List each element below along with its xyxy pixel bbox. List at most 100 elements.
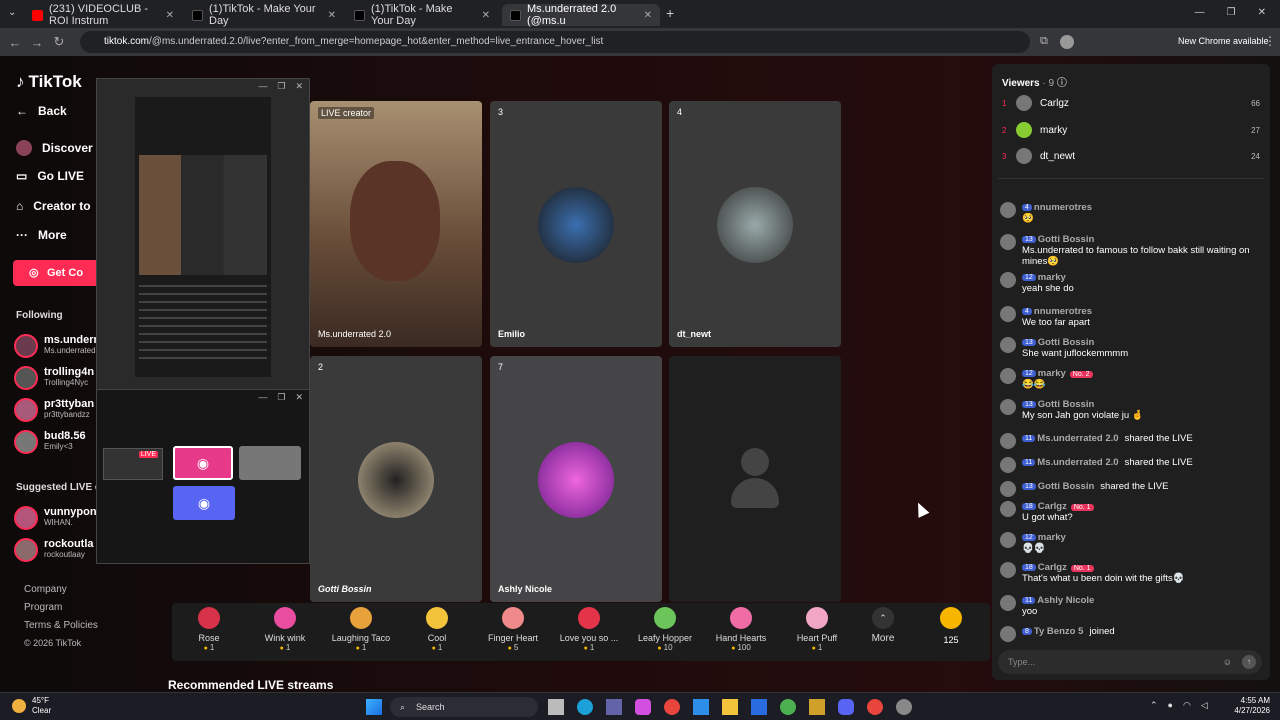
restore-icon[interactable]: ❐ <box>277 392 285 403</box>
new-tab-button[interactable]: + <box>666 5 674 21</box>
close-icon[interactable]: ✕ <box>482 10 490 21</box>
puzzle-icon[interactable]: ⧉ <box>1040 35 1048 49</box>
gift-item[interactable]: Hand Hearts100 <box>704 607 778 652</box>
chat-message[interactable]: 18 Carlgz No. 1U got what? <box>1000 501 1262 523</box>
live-thumbnail[interactable]: LIVE <box>103 448 163 480</box>
browser-tab[interactable]: (1)TikTok - Make Your Day ✕ <box>346 3 498 27</box>
new-chrome-button[interactable]: New Chrome available <box>1178 36 1269 46</box>
send-icon[interactable]: ↑ <box>1242 655 1256 669</box>
taskbar-search[interactable]: ⌕ Search <box>390 697 538 717</box>
discord-app-button[interactable]: ◉ <box>173 446 233 480</box>
menu-icon[interactable]: ⋮ <box>1264 34 1276 48</box>
start-icon[interactable] <box>366 699 382 715</box>
close-icon[interactable]: ✕ <box>166 10 174 21</box>
chat-username[interactable]: Ms.underrated 2.0 <box>1037 457 1118 468</box>
edge-icon[interactable] <box>577 699 593 715</box>
chrome-icon[interactable] <box>664 699 680 715</box>
chat-message[interactable]: 13 Gotti Bossin My son Jah gon violate ju … <box>1000 399 1262 421</box>
chat-username[interactable]: Carlgz <box>1038 501 1067 512</box>
chat-message[interactable]: 13 Gotti Bossin Ms.underrated to famous to… <box>1000 234 1262 267</box>
sidebar-item-creator-tools[interactable]: ⌂ Creator to <box>16 199 91 213</box>
chat-message[interactable]: 11 Ms.underrated 2.0 shared the LIVE <box>1000 433 1262 449</box>
minimize-icon[interactable]: — <box>1195 7 1205 18</box>
chat-username[interactable]: Gotti Bossin <box>1038 481 1094 492</box>
viewer-rank-row[interactable]: 3 dt_newt 24 <box>1002 148 1260 164</box>
sidebar-item-go-live[interactable]: ▭ Go LIVE <box>16 169 84 183</box>
video-tile-host[interactable]: LIVE creator Ms.underrated 2.0 <box>310 101 482 347</box>
chat-message[interactable]: 4 nnumerotres We too far apart <box>1000 306 1262 328</box>
chat-message[interactable]: 8 Ty Benzo 5 joined <box>1000 626 1262 642</box>
gift-item[interactable]: Leafy Hopper10 <box>628 607 702 652</box>
chat-username[interactable]: Ashly Nicole <box>1037 595 1094 606</box>
clock[interactable]: 4:55 AM 4/27/2026 <box>1226 696 1270 716</box>
discord-app-button[interactable]: ◉ <box>173 486 235 520</box>
more-gifts-button[interactable]: ⌃ More <box>846 607 920 644</box>
wifi-icon[interactable]: ◠ <box>1183 700 1191 711</box>
gift-item[interactable]: Love you so ...1 <box>552 607 626 652</box>
chat-username[interactable]: Gotti Bossin <box>1038 399 1094 410</box>
viewer-rank-row[interactable]: 1 Carlgz 66 <box>1002 95 1260 111</box>
suggested-item[interactable]: rockoutla rockoutlaay <box>14 538 94 562</box>
xbox-icon[interactable] <box>780 699 796 715</box>
chat-username[interactable]: marky <box>1038 368 1066 379</box>
url-input[interactable]: tiktok.com/@ms.underrated.2.0/live?enter… <box>80 31 1030 53</box>
task-view-icon[interactable] <box>548 699 564 715</box>
tiktok-logo[interactable]: ♪ TikTok <box>16 72 82 92</box>
video-tile-guest[interactable]: 3 Emilio <box>490 101 662 347</box>
app-icon[interactable] <box>809 699 825 715</box>
info-icon[interactable]: ⓘ <box>1057 78 1067 89</box>
following-item[interactable]: bud8.56 Emily<3 <box>14 430 86 454</box>
tab-list-icon[interactable]: ⌄ <box>8 7 16 18</box>
footer-link[interactable]: Terms & Policies <box>24 620 98 631</box>
forward-arrow-icon[interactable]: → <box>26 35 48 50</box>
volume-icon[interactable]: ◁ <box>1201 700 1208 711</box>
suggested-item[interactable]: vunnypon WIHAN. <box>14 506 97 530</box>
chat-username[interactable]: marky <box>1038 532 1066 543</box>
microphone-icon[interactable]: ● <box>1168 700 1173 711</box>
chat-username[interactable]: nnumerotres <box>1034 306 1092 317</box>
store-icon[interactable] <box>693 699 709 715</box>
close-icon[interactable]: ✕ <box>295 392 303 403</box>
gift-item[interactable]: Wink wink1 <box>248 607 322 652</box>
profile-avatar[interactable] <box>1059 35 1074 49</box>
video-tile-guest[interactable]: 2 Gotti Bossin <box>310 356 482 602</box>
footer-link[interactable]: Company <box>24 584 67 595</box>
chat-message[interactable]: 13 Gotti Bossin shared the LIVE <box>1000 481 1262 497</box>
video-tile-empty[interactable] <box>669 356 841 602</box>
browser-tab[interactable]: (1)TikTok - Make Your Day ✕ <box>184 3 344 27</box>
video-tile-guest[interactable]: 4 dt_newt <box>669 101 841 347</box>
chat-message[interactable]: 4 nnumerotres 🥺 <box>1000 202 1262 224</box>
gift-item[interactable]: Finger Heart5 <box>476 607 550 652</box>
settings-icon[interactable] <box>896 699 912 715</box>
back-button[interactable]: ← Back <box>16 104 67 118</box>
chat-message[interactable]: 12 marky No. 2 😂😂 <box>1000 368 1262 390</box>
gift-item[interactable]: Laughing Taco1 <box>324 607 398 652</box>
chat-username[interactable]: Gotti Bossin <box>1038 234 1094 245</box>
thumbnail-button[interactable] <box>239 446 301 480</box>
chat-message[interactable]: 12 marky yeah she do <box>1000 272 1262 294</box>
chat-message[interactable]: 11 Ashly Nicole yoo <box>1000 595 1262 617</box>
app-icon[interactable] <box>751 699 767 715</box>
chat-username[interactable]: Ty Benzo 5 <box>1034 626 1083 637</box>
footer-link[interactable]: Program <box>24 602 62 613</box>
reload-icon[interactable]: ↻ <box>48 34 70 50</box>
restore-icon[interactable]: ❐ <box>277 81 285 92</box>
restore-icon[interactable]: ❐ <box>1227 7 1236 18</box>
video-tile-guest[interactable]: 7 Ashly Nicole <box>490 356 662 602</box>
chevron-up-icon[interactable]: ⌃ <box>1150 700 1158 711</box>
close-window-icon[interactable]: ✕ <box>1258 7 1266 18</box>
chrome-icon[interactable] <box>867 699 883 715</box>
sidebar-item-more[interactable]: ··· More <box>16 228 67 242</box>
chat-username[interactable]: Carlgz <box>1038 562 1067 573</box>
gift-item[interactable]: Cool1 <box>400 607 474 652</box>
chat-message[interactable]: 11 Ms.underrated 2.0 shared the LIVE <box>1000 457 1262 473</box>
copilot-icon[interactable] <box>635 699 651 715</box>
discord-icon[interactable] <box>838 699 854 715</box>
following-item[interactable]: pr3ttyban pr3ttybandzz <box>14 398 94 422</box>
weather-widget[interactable]: 45°F Clear <box>12 696 51 716</box>
back-arrow-icon[interactable]: ← <box>4 35 26 50</box>
close-icon[interactable]: ✕ <box>295 81 303 92</box>
following-item[interactable]: trolling4n Trolling4Nyc <box>14 366 94 390</box>
emoji-icon[interactable]: ☺ <box>1223 650 1232 674</box>
gift-item[interactable]: Rose1 <box>172 607 246 652</box>
